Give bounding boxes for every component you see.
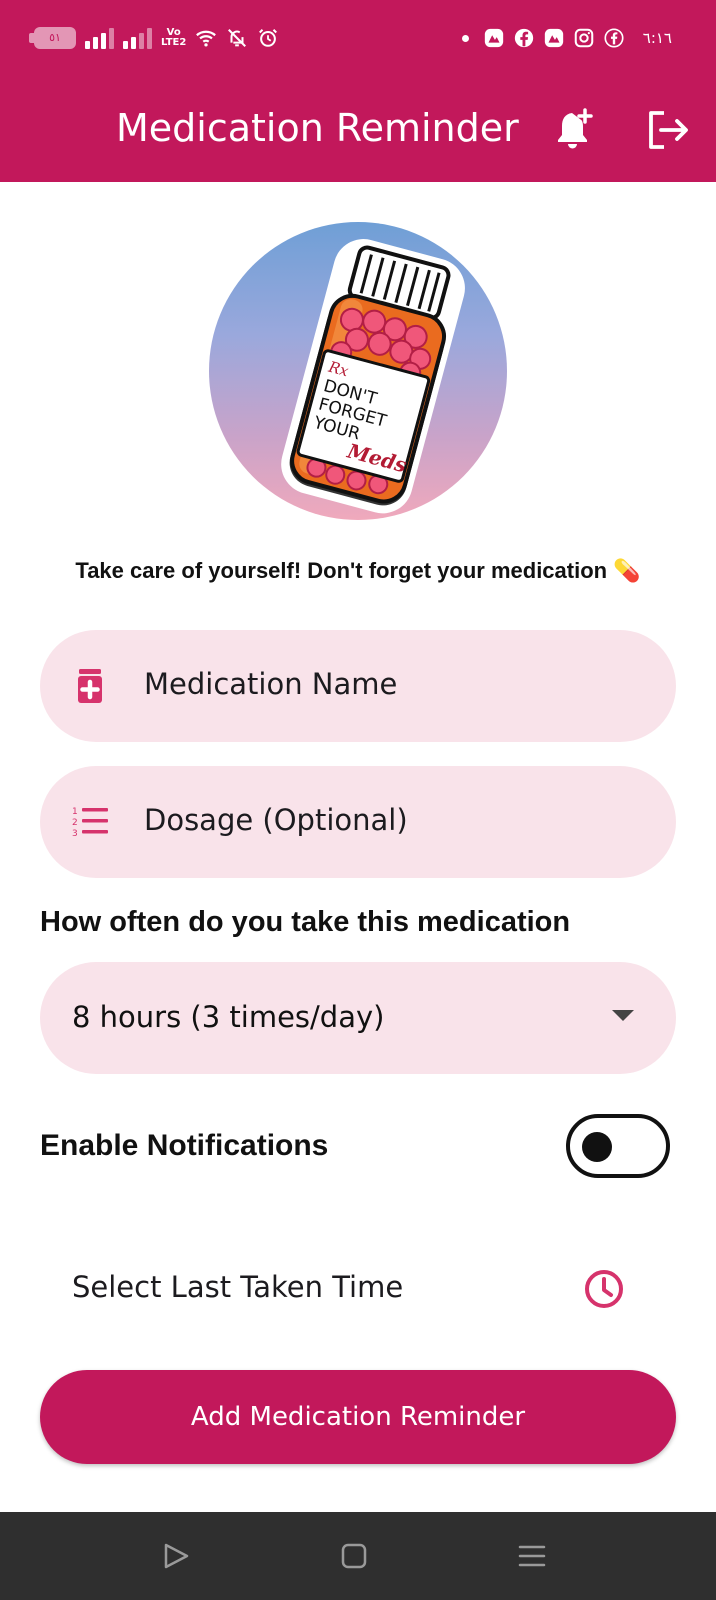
- svg-text:1: 1: [72, 807, 78, 817]
- logout-icon: [649, 111, 688, 149]
- gallery-icon: [484, 28, 503, 48]
- status-right: ٦:١٦: [461, 27, 672, 49]
- frequency-selected-value: 8 hours (3 times/day): [72, 1000, 385, 1034]
- frequency-question: How often do you take this medication: [40, 906, 571, 938]
- volte-icon: Vo LTE2: [161, 27, 187, 48]
- alarm-icon: [259, 29, 278, 47]
- back-icon[interactable]: [160, 1540, 192, 1572]
- status-time: ٦:١٦: [642, 29, 672, 47]
- medication-name-placeholder: Medication Name: [144, 667, 398, 701]
- add-medication-reminder-button[interactable]: Add Medication Reminder: [40, 1370, 676, 1464]
- home-icon[interactable]: [338, 1540, 370, 1572]
- logout-button[interactable]: [644, 106, 692, 154]
- app-bar: Medication Reminder: [0, 82, 716, 182]
- last-taken-label: Select Last Taken Time: [72, 1270, 404, 1304]
- pill-bottle-sticker: Rx DON'T FORGET YOUR Meds: [281, 239, 465, 514]
- gallery-icon: [544, 28, 563, 48]
- system-nav-bar: [0, 1512, 716, 1600]
- svg-text:2: 2: [72, 818, 78, 828]
- medication-name-field[interactable]: Medication Name: [40, 630, 676, 742]
- status-left: ٥١ Vo LTE2: [29, 27, 279, 49]
- notifications-label: Enable Notifications: [40, 1129, 329, 1162]
- battery-level: ٥١: [49, 31, 61, 44]
- facebook-icon: [604, 28, 624, 48]
- medication-icon: [78, 669, 102, 703]
- add-reminder-button[interactable]: [552, 106, 600, 154]
- wifi-icon: [196, 30, 217, 47]
- hero-image: Rx DON'T FORGET YOUR Meds: [209, 222, 507, 520]
- frequency-dropdown[interactable]: 8 hours (3 times/day): [40, 962, 676, 1074]
- chevron-down-icon: [612, 1010, 634, 1021]
- notifications-toggle[interactable]: [566, 1114, 670, 1178]
- facebook-icon: [514, 28, 533, 48]
- last-taken-time-picker[interactable]: Select Last Taken Time: [40, 1248, 676, 1328]
- svg-text:3: 3: [72, 829, 78, 839]
- dosage-placeholder: Dosage (Optional): [144, 803, 408, 837]
- status-bar: ٥١ Vo LTE2 ٦:١٦: [0, 0, 716, 82]
- instagram-icon: [574, 28, 594, 48]
- add-alarm-icon: [558, 108, 593, 149]
- bell-off-icon: [228, 29, 247, 47]
- app-title: Medication Reminder: [116, 106, 519, 150]
- toggle-knob: [582, 1132, 612, 1162]
- battery-icon: ٥١: [29, 27, 76, 49]
- menu-icon[interactable]: [516, 1540, 548, 1572]
- signal-icon: [123, 27, 152, 49]
- numbered-list-icon: 1 2 3: [72, 807, 108, 839]
- dot-icon: [461, 34, 469, 42]
- clock-icon[interactable]: [583, 1268, 625, 1310]
- tagline: Take care of yourself! Don't forget your…: [75, 558, 641, 583]
- dosage-field[interactable]: 1 2 3 Dosage (Optional): [40, 766, 676, 878]
- signal-icon: [85, 27, 114, 49]
